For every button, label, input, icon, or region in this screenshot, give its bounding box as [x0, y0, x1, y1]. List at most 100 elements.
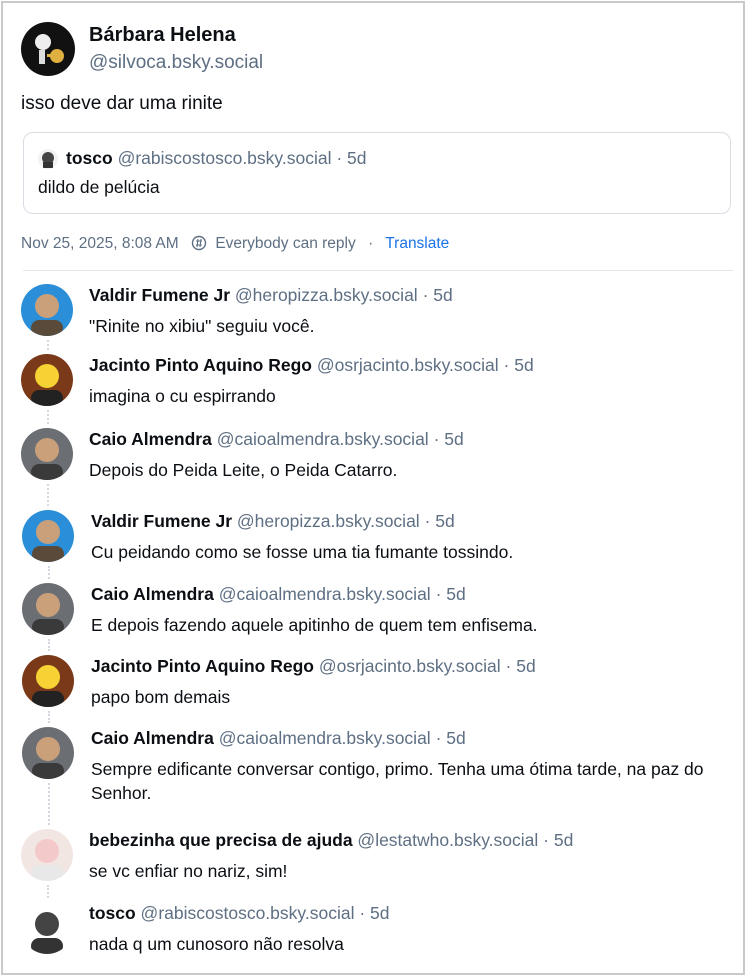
valdir-avatar[interactable]: [22, 510, 74, 562]
reply-header: bebezinha que precisa de ajuda @lestatwh…: [89, 830, 573, 851]
reply-text: "Rinite no xibiu" seguiu você.: [89, 316, 315, 336]
reply-author-name[interactable]: Valdir Fumene Jr: [91, 511, 232, 531]
reply-author-handle[interactable]: @caioalmendra.bsky.social: [214, 728, 436, 748]
reply-settings-icon: [191, 235, 207, 256]
reply-author-name[interactable]: Caio Almendra: [91, 728, 214, 748]
reply-separator: ·: [505, 656, 517, 676]
reply-time[interactable]: 5d: [554, 830, 573, 850]
quoted-post-card[interactable]: tosco @rabiscostosco.bsky.social · 5d di…: [23, 132, 731, 214]
gorilla-avatar-icon: [38, 149, 58, 169]
reply-author-name[interactable]: tosco: [89, 903, 136, 923]
reply-header: Caio Almendra @caioalmendra.bsky.social …: [89, 429, 464, 450]
reply-time[interactable]: 5d: [433, 285, 452, 305]
reply-separator: ·: [503, 355, 515, 375]
valdir-avatar[interactable]: [21, 284, 73, 336]
reply-author-handle[interactable]: @rabiscostosco.bsky.social: [136, 903, 360, 923]
reply-author-name[interactable]: Valdir Fumene Jr: [89, 285, 230, 305]
reply-separator: ·: [435, 728, 447, 748]
thread-connector-line: [47, 885, 49, 898]
post-meta-row: Nov 25, 2025, 8:08 AM Everybody can repl…: [21, 235, 449, 256]
reply-author-handle[interactable]: @osrjacinto.bsky.social: [314, 656, 506, 676]
reply-separator: ·: [422, 285, 434, 305]
reply-header: Jacinto Pinto Aquino Rego @osrjacinto.bs…: [89, 355, 534, 376]
reply-author-handle[interactable]: @caioalmendra.bsky.social: [212, 429, 434, 449]
profile-photo-icon: [22, 727, 74, 779]
profile-photo-icon: [21, 354, 73, 406]
profile-photo-icon: [22, 583, 74, 635]
quote-avatar: [38, 149, 58, 169]
author-handle[interactable]: @silvoca.bsky.social: [89, 52, 263, 74]
reply-time[interactable]: 5d: [446, 584, 465, 604]
reply-text: E depois fazendo aquele apitinho de quem…: [91, 615, 538, 635]
reply-author-name[interactable]: bebezinha que precisa de ajuda: [89, 830, 353, 850]
jacinto-avatar[interactable]: [22, 655, 74, 707]
meta-separator: ·: [368, 235, 374, 252]
bebezinha-avatar[interactable]: [21, 829, 73, 881]
quote-time[interactable]: 5d: [347, 148, 366, 168]
reply-text: Sempre edificante conversar contigo, pri…: [91, 759, 704, 803]
reply-author-handle[interactable]: @lestatwho.bsky.social: [353, 830, 544, 850]
thread-connector-line: [48, 711, 50, 723]
reply-author-handle[interactable]: @caioalmendra.bsky.social: [214, 584, 436, 604]
reply-text: Depois do Peida Leite, o Peida Catarro.: [89, 460, 398, 480]
thread-connector-line: [48, 566, 50, 579]
tosco-avatar[interactable]: [21, 902, 73, 954]
profile-photo-icon: [21, 902, 73, 954]
reply-author-name[interactable]: Jacinto Pinto Aquino Rego: [89, 355, 312, 375]
profile-photo-icon: [21, 284, 73, 336]
profile-photo-icon: [21, 428, 73, 480]
reply-author-handle[interactable]: @osrjacinto.bsky.social: [312, 355, 504, 375]
reply-header: Jacinto Pinto Aquino Rego @osrjacinto.bs…: [91, 656, 536, 677]
profile-photo-icon: [21, 829, 73, 881]
reply-header: tosco @rabiscostosco.bsky.social · 5d: [89, 903, 390, 924]
reply-separator: ·: [543, 830, 554, 850]
reply-separator: ·: [435, 584, 447, 604]
reply-author-handle[interactable]: @heropizza.bsky.social: [232, 511, 425, 531]
quote-text: dildo de pelúcia: [38, 177, 160, 197]
reply-text: imagina o cu espirrando: [89, 386, 276, 406]
reply-text: papo bom demais: [91, 687, 231, 707]
translate-link[interactable]: Translate: [385, 235, 449, 252]
reply-header: Caio Almendra @caioalmendra.bsky.social …: [91, 584, 466, 605]
quote-separator: ·: [336, 148, 343, 168]
caio-avatar[interactable]: [21, 428, 73, 480]
author-avatar[interactable]: [21, 22, 75, 76]
author-name[interactable]: Bárbara Helena: [89, 24, 236, 47]
post-text: isso deve dar uma rinite: [21, 93, 223, 114]
divider: [23, 270, 733, 271]
post-thread-frame: Bárbara Helena @silvoca.bsky.social isso…: [1, 1, 745, 975]
thread-connector-line: [48, 783, 50, 825]
post-timestamp[interactable]: Nov 25, 2025, 8:08 AM: [21, 235, 179, 252]
reply-time[interactable]: 5d: [514, 355, 533, 375]
jacinto-avatar[interactable]: [21, 354, 73, 406]
reply-author-name[interactable]: Caio Almendra: [91, 584, 214, 604]
reply-author-handle[interactable]: @heropizza.bsky.social: [230, 285, 423, 305]
profile-photo-icon: [22, 655, 74, 707]
thread-connector-line: [48, 639, 50, 651]
reply-time[interactable]: 5d: [446, 728, 465, 748]
caio-avatar[interactable]: [22, 583, 74, 635]
thread-connector-line: [47, 484, 49, 506]
reply-separator: ·: [359, 903, 371, 923]
reply-time[interactable]: 5d: [516, 656, 535, 676]
reply-time[interactable]: 5d: [435, 511, 454, 531]
caio-avatar[interactable]: [22, 727, 74, 779]
quote-author-name[interactable]: tosco: [66, 148, 113, 168]
reply-text: nada q um cunosoro não resolva: [89, 934, 344, 954]
quote-author-handle[interactable]: @rabiscostosco.bsky.social: [118, 148, 332, 168]
reply-time[interactable]: 5d: [370, 903, 389, 923]
reply-text: Cu peidando como se fosse uma tia fumant…: [91, 542, 514, 562]
reply-author-name[interactable]: Caio Almendra: [89, 429, 212, 449]
reply-text: se vc enfiar no nariz, sim!: [89, 861, 288, 881]
reply-setting-label[interactable]: Everybody can reply: [215, 235, 355, 252]
reply-header: Caio Almendra @caioalmendra.bsky.social …: [91, 728, 466, 749]
reply-header: Valdir Fumene Jr @heropizza.bsky.social …: [91, 511, 455, 532]
thread-connector-line: [47, 410, 49, 424]
reply-separator: ·: [433, 429, 445, 449]
reply-time[interactable]: 5d: [444, 429, 463, 449]
reply-author-name[interactable]: Jacinto Pinto Aquino Rego: [91, 656, 314, 676]
profile-photo-icon: [22, 510, 74, 562]
quote-header: tosco @rabiscostosco.bsky.social · 5d: [66, 148, 367, 169]
reply-separator: ·: [424, 511, 436, 531]
reply-header: Valdir Fumene Jr @heropizza.bsky.social …: [89, 285, 453, 306]
